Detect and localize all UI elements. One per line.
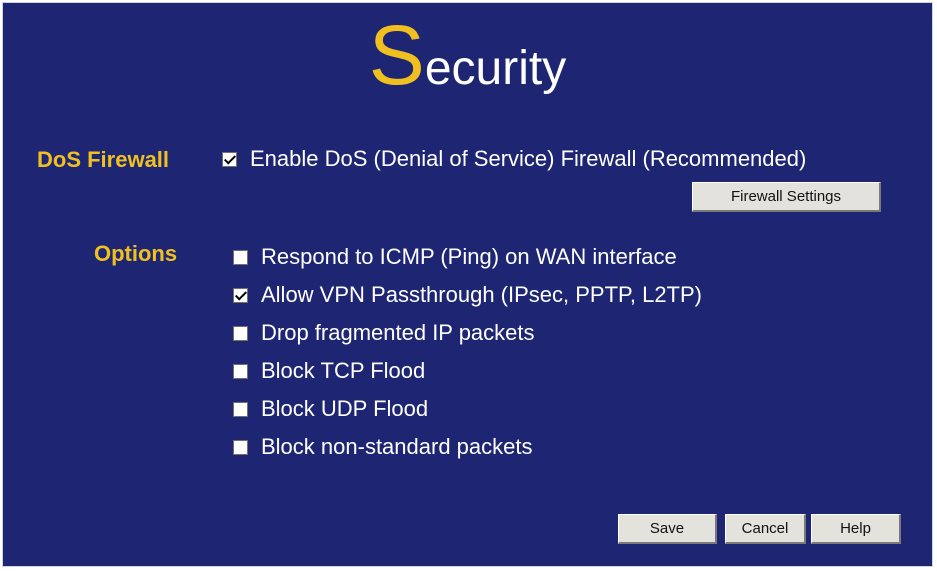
enable-dos-firewall-label: Enable DoS (Denial of Service) Firewall … xyxy=(250,146,807,171)
drop-fragmented-label: Drop fragmented IP packets xyxy=(261,320,535,345)
block-non-standard-checkbox[interactable] xyxy=(233,439,248,455)
option-drop-fragmented[interactable]: Drop fragmented IP packets xyxy=(233,320,535,346)
page-title: Security xyxy=(3,13,932,111)
help-button[interactable]: Help xyxy=(811,514,901,544)
option-block-tcp-flood[interactable]: Block TCP Flood xyxy=(233,358,425,384)
save-button[interactable]: Save xyxy=(618,514,717,544)
vpn-passthrough-label: Allow VPN Passthrough (IPsec, PPTP, L2TP… xyxy=(261,282,702,307)
block-tcp-flood-checkbox[interactable] xyxy=(233,363,248,379)
block-udp-flood-checkbox[interactable] xyxy=(233,401,248,417)
enable-dos-firewall-option[interactable]: Enable DoS (Denial of Service) Firewall … xyxy=(222,146,806,172)
vpn-passthrough-checkbox[interactable] xyxy=(233,287,248,303)
option-block-udp-flood[interactable]: Block UDP Flood xyxy=(233,396,428,422)
block-udp-flood-label: Block UDP Flood xyxy=(261,396,429,421)
cancel-button[interactable]: Cancel xyxy=(725,514,806,544)
respond-icmp-checkbox[interactable] xyxy=(233,249,248,265)
block-tcp-flood-label: Block TCP Flood xyxy=(261,358,426,383)
enable-dos-firewall-checkbox[interactable] xyxy=(222,151,237,167)
security-panel: Security DoS Firewall Enable DoS (Denial… xyxy=(2,2,933,567)
block-non-standard-label: Block non-standard packets xyxy=(261,434,533,459)
option-respond-icmp[interactable]: Respond to ICMP (Ping) on WAN interface xyxy=(233,244,677,270)
respond-icmp-label: Respond to ICMP (Ping) on WAN interface xyxy=(261,244,677,269)
option-block-non-standard[interactable]: Block non-standard packets xyxy=(233,434,533,460)
title-initial: S xyxy=(368,8,425,102)
options-label: Options xyxy=(94,241,178,266)
drop-fragmented-checkbox[interactable] xyxy=(233,325,248,341)
title-rest: ecurity xyxy=(424,42,567,95)
dos-firewall-label: DoS Firewall xyxy=(37,147,170,172)
option-vpn-passthrough[interactable]: Allow VPN Passthrough (IPsec, PPTP, L2TP… xyxy=(233,282,702,308)
firewall-settings-button[interactable]: Firewall Settings xyxy=(692,182,881,212)
